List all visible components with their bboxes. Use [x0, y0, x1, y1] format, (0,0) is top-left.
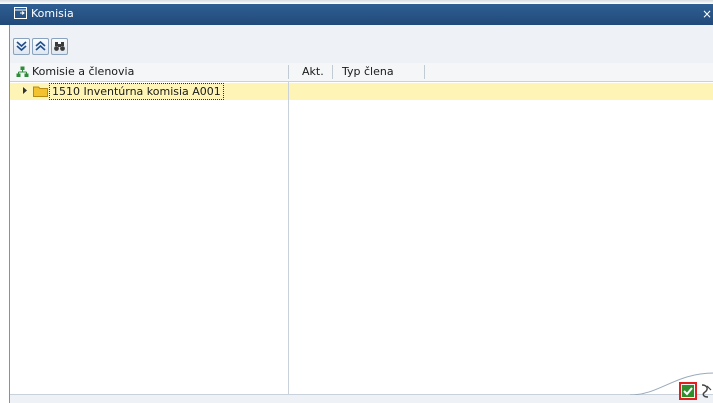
folder-icon: [33, 86, 48, 97]
column-separator[interactable]: [424, 65, 425, 79]
table-row[interactable]: 1510 Inventúrna komisia A001: [10, 83, 713, 100]
find-button[interactable]: [51, 38, 68, 55]
window-icon: [14, 7, 27, 19]
dialog-title-bar: Komisia ×: [0, 4, 713, 25]
dialog-body: Komisie a členovia Akt. Typ člena 1510 I…: [9, 25, 713, 403]
tree-node-label[interactable]: 1510 Inventúrna komisia A001: [49, 83, 224, 100]
column-header-tree[interactable]: Komisie a členovia: [32, 63, 134, 81]
collapse-all-icon: [35, 41, 46, 51]
checkmark-icon: [682, 385, 694, 397]
dialog-title: Komisia: [31, 7, 74, 20]
column-separator[interactable]: [332, 65, 333, 79]
binoculars-icon: [54, 42, 65, 51]
column-header-member-type[interactable]: Typ člena: [342, 63, 394, 81]
collapse-all-button[interactable]: [32, 38, 49, 55]
close-icon[interactable]: ×: [702, 7, 712, 21]
expand-all-button[interactable]: [13, 38, 30, 55]
column-separator[interactable]: [288, 65, 289, 79]
confirm-button[interactable]: [679, 382, 697, 400]
column-divider: [288, 82, 289, 394]
cancel-icon[interactable]: [699, 383, 713, 399]
expand-arrow-icon[interactable]: [22, 86, 28, 95]
hierarchy-icon: [16, 66, 29, 77]
tree-table: 1510 Inventúrna komisia A001: [10, 82, 713, 395]
column-header-active[interactable]: Akt.: [302, 63, 324, 81]
expand-all-icon: [16, 41, 27, 52]
table-header: Komisie a členovia Akt. Typ člena: [10, 63, 713, 82]
